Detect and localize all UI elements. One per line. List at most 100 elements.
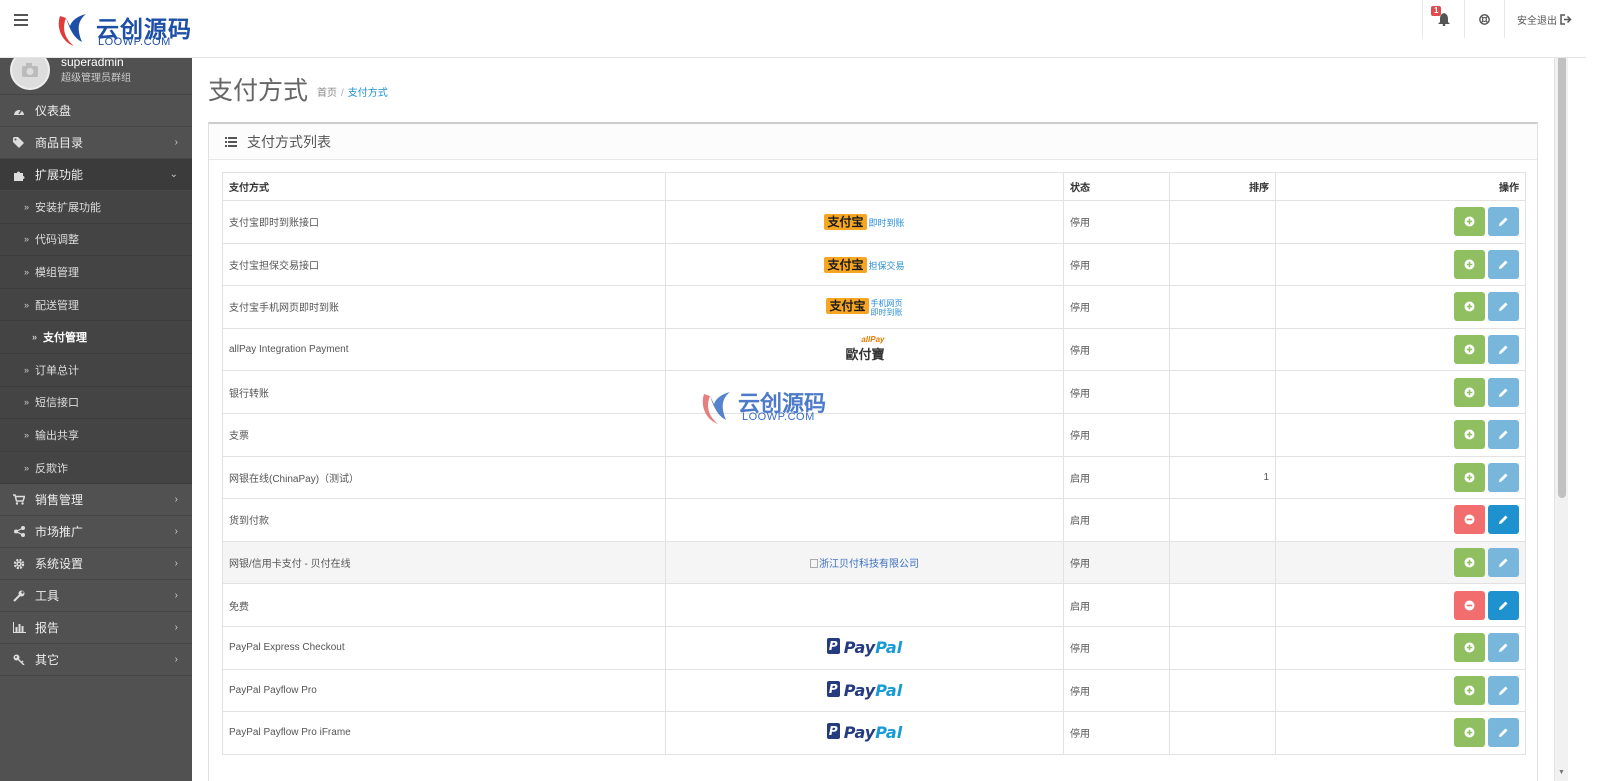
sidebar-subitem-shipping[interactable]: » 配送管理 xyxy=(0,288,192,322)
gear-icon xyxy=(12,558,26,570)
chevron-right-icon: › xyxy=(174,590,178,602)
sidebar-item-sales[interactable]: 销售管理 › xyxy=(0,484,192,517)
sidebar-subitem-label: 输出共享 xyxy=(35,429,80,442)
payment-logo-cell xyxy=(665,498,1064,542)
site-logo[interactable]: 云创源码 LOOWP.COM xyxy=(52,8,192,50)
payment-status-cell: 启用 xyxy=(1063,583,1170,627)
column-header-sort[interactable]: 排序 xyxy=(1169,172,1276,201)
payment-status-cell: 停用 xyxy=(1063,625,1170,670)
alipay-logo: 支付宝 担保交易 xyxy=(824,256,905,273)
double-chevron-icon: » xyxy=(24,429,30,440)
sidebar-item-tools[interactable]: 工具 › xyxy=(0,580,192,613)
payment-sort-cell xyxy=(1169,327,1276,372)
payment-name-cell: 免费 xyxy=(222,583,666,627)
edit-button[interactable] xyxy=(1488,377,1519,407)
help-button[interactable] xyxy=(1464,0,1504,38)
notifications-button[interactable]: 1 xyxy=(1422,0,1464,38)
install-button[interactable] xyxy=(1454,718,1485,748)
watermark-mark-icon xyxy=(702,392,730,424)
payment-status-cell: 停用 xyxy=(1063,327,1170,372)
table-row: 网银在线(ChinaPay)（测试） 启用 1 xyxy=(222,455,1526,500)
install-button[interactable] xyxy=(1454,633,1485,663)
payment-action-cell xyxy=(1275,668,1526,713)
table-row: 网银/信用卡支付 - 贝付在线 浙江贝付科技有限公司 停用 xyxy=(222,540,1526,585)
install-button[interactable] xyxy=(1454,462,1485,492)
broken-image-alt: 浙江贝付科技有限公司 xyxy=(810,559,919,570)
sidebar-subitem-order-totals[interactable]: » 订单总计 xyxy=(0,353,192,387)
sidebar-item-settings[interactable]: 系统设置 › xyxy=(0,548,192,581)
payment-status-cell: 停用 xyxy=(1063,412,1170,457)
breadcrumb-current-link[interactable]: 支付方式 xyxy=(348,88,388,99)
install-button[interactable] xyxy=(1454,292,1485,322)
sidebar-item-marketing[interactable]: 市场推广 › xyxy=(0,516,192,549)
page-title: 支付方式 xyxy=(208,77,309,105)
user-profile[interactable]: superadmin 超级管理员群组 xyxy=(0,58,192,95)
edit-button[interactable] xyxy=(1488,548,1519,578)
sidebar-item-extensions[interactable]: 扩展功能 ⌄ xyxy=(0,159,192,191)
sidebar-item-label: 报告 xyxy=(35,621,60,636)
sidebar-item-dashboard[interactable]: 仪表盘 xyxy=(0,95,192,127)
sidebar-subitem-sms[interactable]: » 短信接口 xyxy=(0,386,192,420)
chevron-right-icon: › xyxy=(174,622,178,634)
camera-icon xyxy=(22,63,38,77)
install-button[interactable] xyxy=(1454,675,1485,705)
bar-chart-icon xyxy=(12,622,26,634)
sidebar-subitem-anti-fraud[interactable]: » 反欺诈 xyxy=(0,451,192,485)
column-header-name[interactable]: 支付方式 xyxy=(222,172,666,201)
sidebar-subitem-modules[interactable]: » 模组管理 xyxy=(0,256,192,289)
payment-sort-cell: 1 xyxy=(1169,455,1276,500)
logout-button[interactable]: 安全退出 xyxy=(1504,0,1586,38)
menu-toggle-icon[interactable] xyxy=(14,14,28,26)
install-button[interactable] xyxy=(1454,207,1485,237)
payment-name-cell: allPay Integration Payment xyxy=(222,327,666,372)
install-button[interactable] xyxy=(1454,377,1485,407)
edit-button[interactable] xyxy=(1488,590,1519,620)
uninstall-button[interactable] xyxy=(1454,505,1485,535)
double-chevron-icon: » xyxy=(24,201,30,212)
sidebar-item-reports[interactable]: 报告 › xyxy=(0,612,192,645)
payment-action-cell xyxy=(1275,583,1526,627)
edit-button[interactable] xyxy=(1488,718,1519,748)
breadcrumb-home-link[interactable]: 首页 xyxy=(317,88,337,99)
sidebar-item-label: 其它 xyxy=(35,653,60,668)
sidebar-subitem-install[interactable]: » 安装扩展功能 xyxy=(0,191,192,224)
uninstall-button[interactable] xyxy=(1454,590,1485,620)
sidebar-subitem-feeds[interactable]: » 输出共享 xyxy=(0,419,192,452)
sidebar-subitem-label: 订单总计 xyxy=(35,364,80,377)
install-button[interactable] xyxy=(1454,249,1485,279)
edit-button[interactable] xyxy=(1488,249,1519,279)
table-row: 支票 停用 xyxy=(222,412,1526,457)
edit-button[interactable] xyxy=(1488,335,1519,365)
edit-button[interactable] xyxy=(1488,462,1519,492)
sidebar-item-label: 商品目录 xyxy=(35,136,84,150)
table-row: 免费 启用 xyxy=(222,583,1526,627)
payment-logo-cell: 支付宝 担保交易 xyxy=(665,242,1064,287)
edit-button[interactable] xyxy=(1488,207,1519,237)
sidebar-subitem-modifications[interactable]: » 代码调整 xyxy=(0,223,192,257)
column-header-status[interactable]: 状态 xyxy=(1063,172,1170,201)
payment-sort-cell xyxy=(1169,200,1276,244)
install-button[interactable] xyxy=(1454,420,1485,450)
dashboard-icon xyxy=(12,106,26,116)
edit-button[interactable] xyxy=(1488,292,1519,322)
edit-button[interactable] xyxy=(1488,420,1519,450)
install-button[interactable] xyxy=(1454,335,1485,365)
table-row: 货到付款 启用 xyxy=(222,498,1526,542)
table-row: 银行转账 停用 xyxy=(222,370,1526,414)
edit-button[interactable] xyxy=(1488,675,1519,705)
page-scrollbar[interactable]: ▲ ▼ xyxy=(1554,0,1568,781)
chevron-right-icon: › xyxy=(174,526,178,538)
allpay-logo: allPay 歐付寶 xyxy=(845,335,885,364)
edit-button[interactable] xyxy=(1488,633,1519,663)
edit-button[interactable] xyxy=(1488,505,1519,535)
sidebar-subitem-payments[interactable]: » 支付管理 xyxy=(0,321,192,354)
payment-list-panel: 支付方式列表 支付方式 状态 排序 操作 支付宝即时到账接口 支付宝 即时到账 停用支… xyxy=(208,122,1538,781)
scrollbar-thumb[interactable] xyxy=(1558,14,1566,498)
scroll-down-arrow-icon[interactable]: ▼ xyxy=(1558,769,1565,776)
sidebar-item-other[interactable]: 其它 › xyxy=(0,644,192,677)
payment-logo-cell: 支付宝 手机网页 即时到账 xyxy=(665,285,1064,329)
key-icon xyxy=(12,654,26,666)
install-button[interactable] xyxy=(1454,548,1485,578)
sidebar-item-catalog[interactable]: 商品目录 › xyxy=(0,127,192,159)
payment-action-cell xyxy=(1275,370,1526,414)
